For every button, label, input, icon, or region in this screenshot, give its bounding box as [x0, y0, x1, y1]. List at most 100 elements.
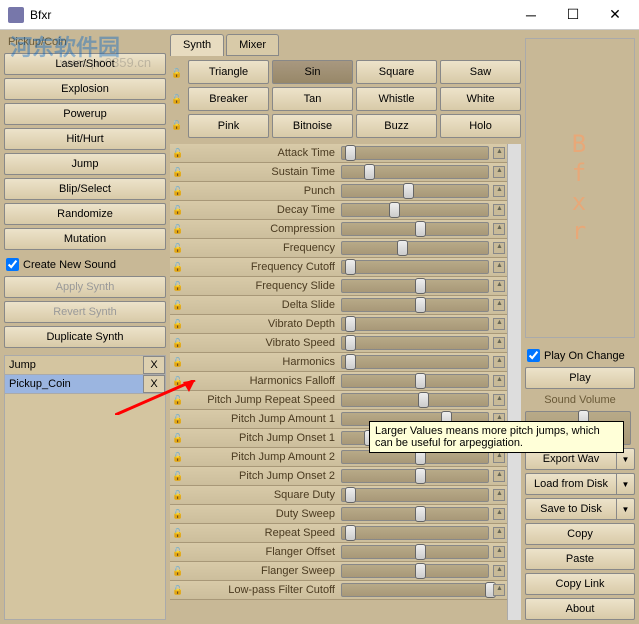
param-lock-icon[interactable]: 🔓 — [170, 221, 186, 237]
revert-synth-button[interactable]: Revert Synth — [4, 301, 166, 323]
param-slider[interactable] — [341, 488, 489, 502]
param-lock-icon[interactable]: 🔓 — [170, 202, 186, 218]
delete-sound-button[interactable]: X — [143, 375, 165, 393]
wave-lock-icon[interactable]: 🔓 — [171, 68, 182, 79]
maximize-button[interactable]: ☐ — [561, 3, 585, 27]
preset-laser-shoot[interactable]: Laser/Shoot — [4, 53, 166, 75]
preset-explosion[interactable]: Explosion — [4, 78, 166, 100]
tab-synth[interactable]: Synth — [170, 34, 224, 56]
param-reset-button[interactable] — [493, 584, 505, 596]
wave-tan[interactable]: Tan — [272, 87, 353, 111]
minimize-button[interactable]: ─ — [519, 3, 543, 27]
param-lock-icon[interactable]: 🔓 — [170, 506, 186, 522]
param-lock-icon[interactable]: 🔓 — [170, 316, 186, 332]
param-lock-icon[interactable]: 🔓 — [170, 487, 186, 503]
param-reset-button[interactable] — [493, 394, 505, 406]
param-lock-icon[interactable]: 🔓 — [170, 183, 186, 199]
param-slider[interactable] — [341, 393, 489, 407]
preset-mutation[interactable]: Mutation — [4, 228, 166, 250]
param-lock-icon[interactable]: 🔓 — [170, 468, 186, 484]
param-reset-button[interactable] — [493, 166, 505, 178]
sound-item[interactable]: JumpX — [5, 356, 165, 375]
create-new-sound-checkbox[interactable] — [6, 258, 19, 271]
wave-saw[interactable]: Saw — [440, 60, 521, 84]
param-slider[interactable] — [341, 317, 489, 331]
param-reset-button[interactable] — [493, 185, 505, 197]
param-lock-icon[interactable]: 🔓 — [170, 259, 186, 275]
preset-jump[interactable]: Jump — [4, 153, 166, 175]
wave-pink[interactable]: Pink — [188, 114, 269, 138]
param-lock-icon[interactable]: 🔓 — [170, 145, 186, 161]
wave-white[interactable]: White — [440, 87, 521, 111]
wave-buzz[interactable]: Buzz — [356, 114, 437, 138]
param-slider[interactable] — [341, 241, 489, 255]
wave-holo[interactable]: Holo — [440, 114, 521, 138]
param-reset-button[interactable] — [493, 318, 505, 330]
param-reset-button[interactable] — [493, 508, 505, 520]
param-slider[interactable] — [341, 564, 489, 578]
param-lock-icon[interactable]: 🔓 — [170, 392, 186, 408]
param-reset-button[interactable] — [493, 299, 505, 311]
param-lock-icon[interactable]: 🔓 — [170, 164, 186, 180]
preset-randomize[interactable]: Randomize — [4, 203, 166, 225]
sound-item[interactable]: Pickup_CoinX — [5, 375, 165, 394]
param-reset-button[interactable] — [493, 489, 505, 501]
wave-triangle[interactable]: Triangle — [188, 60, 269, 84]
param-slider[interactable] — [341, 279, 489, 293]
param-reset-button[interactable] — [493, 527, 505, 539]
preset-hit-hurt[interactable]: Hit/Hurt — [4, 128, 166, 150]
param-reset-button[interactable] — [493, 147, 505, 159]
param-slider[interactable] — [341, 526, 489, 540]
apply-synth-button[interactable]: Apply Synth — [4, 276, 166, 298]
copy-link-button[interactable]: Copy Link — [525, 573, 635, 595]
wave-lock-icon[interactable]: 🔓 — [171, 94, 182, 105]
paste-button[interactable]: Paste — [525, 548, 635, 570]
tab-mixer[interactable]: Mixer — [226, 34, 279, 56]
param-slider[interactable] — [341, 184, 489, 198]
param-slider[interactable] — [341, 165, 489, 179]
delete-sound-button[interactable]: X — [143, 356, 165, 374]
wave-square[interactable]: Square — [356, 60, 437, 84]
param-reset-button[interactable] — [493, 546, 505, 558]
copy-button[interactable]: Copy — [525, 523, 635, 545]
param-reset-button[interactable] — [493, 204, 505, 216]
param-slider[interactable] — [341, 260, 489, 274]
params-scrollbar[interactable] — [507, 144, 521, 620]
play-button[interactable]: Play — [525, 367, 635, 389]
param-reset-button[interactable] — [493, 375, 505, 387]
duplicate-synth-button[interactable]: Duplicate Synth — [4, 326, 166, 348]
play-on-change-checkbox[interactable] — [527, 349, 540, 362]
param-reset-button[interactable] — [493, 223, 505, 235]
param-reset-button[interactable] — [493, 470, 505, 482]
param-slider[interactable] — [341, 469, 489, 483]
param-lock-icon[interactable]: 🔓 — [170, 297, 186, 313]
wave-bitnoise[interactable]: Bitnoise — [272, 114, 353, 138]
param-slider[interactable] — [341, 222, 489, 236]
param-slider[interactable] — [341, 203, 489, 217]
param-lock-icon[interactable]: 🔓 — [170, 373, 186, 389]
param-slider[interactable] — [341, 355, 489, 369]
param-slider[interactable] — [341, 298, 489, 312]
param-lock-icon[interactable]: 🔓 — [170, 544, 186, 560]
param-lock-icon[interactable]: 🔓 — [170, 525, 186, 541]
preset-powerup[interactable]: Powerup — [4, 103, 166, 125]
param-reset-button[interactable] — [493, 261, 505, 273]
load-button[interactable]: Load from Disk — [525, 473, 617, 495]
param-slider[interactable] — [341, 507, 489, 521]
save-dropdown[interactable]: ▼ — [617, 498, 635, 520]
param-lock-icon[interactable]: 🔓 — [170, 278, 186, 294]
param-lock-icon[interactable]: 🔓 — [170, 430, 186, 446]
wave-breaker[interactable]: Breaker — [188, 87, 269, 111]
save-button[interactable]: Save to Disk — [525, 498, 617, 520]
param-slider[interactable] — [341, 545, 489, 559]
param-reset-button[interactable] — [493, 280, 505, 292]
wave-whistle[interactable]: Whistle — [356, 87, 437, 111]
param-lock-icon[interactable]: 🔓 — [170, 582, 186, 598]
wave-sin[interactable]: Sin — [272, 60, 353, 84]
load-dropdown[interactable]: ▼ — [617, 473, 635, 495]
param-lock-icon[interactable]: 🔓 — [170, 240, 186, 256]
param-slider[interactable] — [341, 336, 489, 350]
param-reset-button[interactable] — [493, 337, 505, 349]
about-button[interactable]: About — [525, 598, 635, 620]
param-lock-icon[interactable]: 🔓 — [170, 411, 186, 427]
